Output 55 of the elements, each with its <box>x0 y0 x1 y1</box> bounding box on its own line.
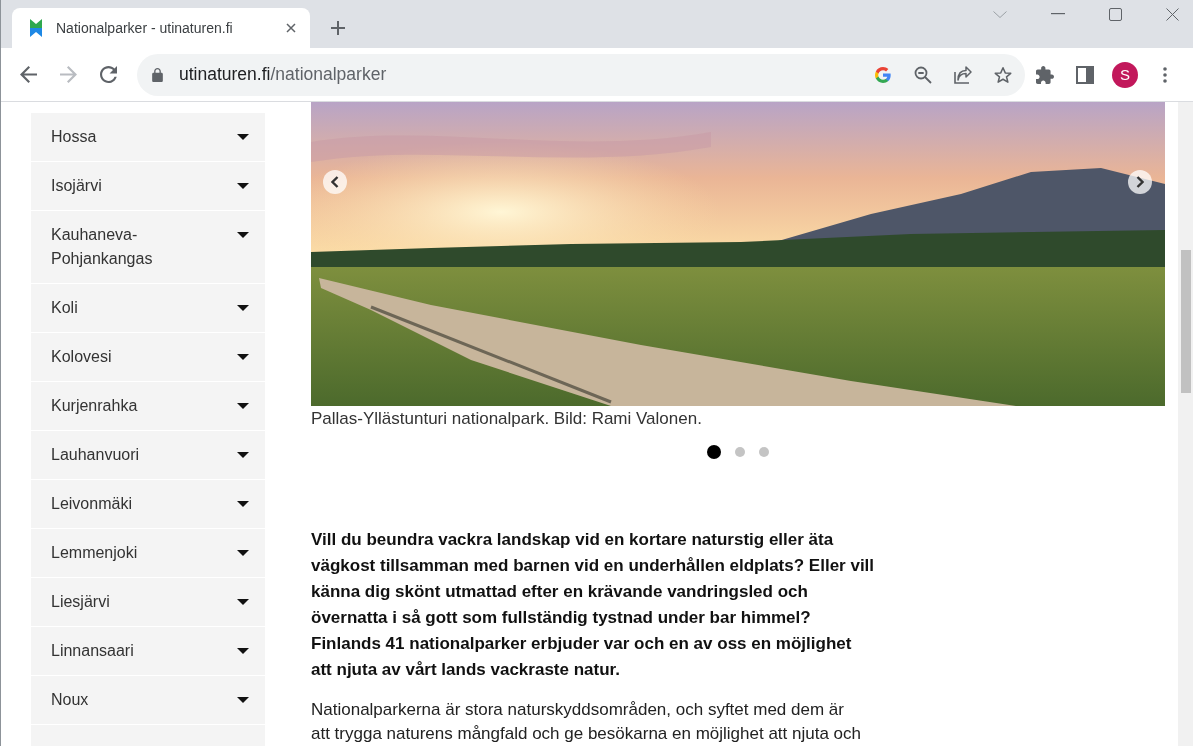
caret-down-icon[interactable] <box>237 648 249 654</box>
scrollbar-thumb[interactable] <box>1180 250 1191 393</box>
back-arrow-icon[interactable] <box>19 66 37 83</box>
caret-down-icon[interactable] <box>237 697 249 703</box>
sidebar-item[interactable]: Hossa <box>31 113 265 162</box>
star-icon[interactable] <box>994 65 1012 84</box>
sidebar-item[interactable]: Kolovesi <box>31 333 265 382</box>
sidebar-item[interactable]: Lemmenjoki <box>31 529 265 578</box>
profile-avatar[interactable]: S <box>1112 61 1138 88</box>
sidebar-item[interactable]: Kauhaneva-Pohjankangas <box>31 211 265 284</box>
reload-icon[interactable] <box>99 66 117 83</box>
close-icon[interactable] <box>1166 7 1179 21</box>
caret-down-icon[interactable] <box>237 232 249 238</box>
body-paragraph: Nationalparkerna är stora naturskyddsområden, och syftet med dem är att trygga naturens mångfald och ge besökarna en möjlighet att njuta och <box>311 699 863 745</box>
browser-tab[interactable]: Nationalparker - utinaturen.fi <box>12 8 310 48</box>
caret-down-icon[interactable] <box>237 599 249 605</box>
sidebar-item[interactable]: Linnansaari <box>31 627 265 676</box>
lead-paragraph: Vill du beundra vackra landskap vid en kortare naturstig eller äta vägkost tillsamman med barnen vid en underhållen eldplats? Eller vill känna dig skönt utmattad efter en krävande vandringsled och övernatta i så gott som fullständig tystnad under bar himmel? Finlands 41 nationalparker erbjuder var och en av oss en möjlighet att njuta av vårt lands vackraste natur. <box>311 529 875 681</box>
lock-icon <box>152 67 163 82</box>
tab-title: Nationalparker - utinaturen.fi <box>56 20 234 36</box>
more-menu-icon[interactable] <box>1163 66 1167 83</box>
sidebar-item[interactable]: Noux <box>31 676 265 725</box>
caret-down-icon[interactable] <box>237 452 249 458</box>
side-panel-icon[interactable] <box>1076 65 1094 84</box>
caret-down-icon[interactable] <box>237 403 249 409</box>
address-bar[interactable]: utinaturen.fi/nationalparker <box>137 53 1025 96</box>
share-icon[interactable] <box>954 65 972 84</box>
new-tab-plus-icon[interactable] <box>331 21 345 35</box>
sidebar-item[interactable]: Liesjärvi <box>31 578 265 627</box>
chevron-left-icon <box>331 176 339 188</box>
chevron-right-icon <box>1136 176 1144 188</box>
sidebar-item[interactable]: Kurjenrahka <box>31 382 265 431</box>
caret-down-icon[interactable] <box>237 501 249 507</box>
slide-indicator-dot[interactable] <box>735 447 745 457</box>
zoom-out-icon[interactable] <box>914 65 932 84</box>
caret-down-icon[interactable] <box>237 183 249 189</box>
sidebar-item[interactable]: Leivonmäki <box>31 480 265 529</box>
scrollbar-track[interactable] <box>1178 102 1193 746</box>
slide-indicator-dot[interactable] <box>759 447 769 457</box>
close-icon[interactable] <box>286 23 296 33</box>
caret-down-icon[interactable] <box>237 134 249 140</box>
favicon-icon <box>30 19 42 37</box>
puzzle-piece-icon[interactable] <box>1036 65 1054 84</box>
g-logo-icon[interactable] <box>875 66 891 83</box>
slide-indicator-dot[interactable] <box>707 445 721 459</box>
sidebar-item[interactable]: Lauhanvuori <box>31 431 265 480</box>
caret-down-icon[interactable] <box>237 354 249 360</box>
maximize-icon[interactable] <box>1109 7 1122 21</box>
sidebar-item[interactable]: Isojärvi <box>31 162 265 211</box>
minimize-icon[interactable] <box>1051 13 1065 15</box>
url-text[interactable]: utinaturen.fi/nationalparker <box>179 64 387 85</box>
sidebar-item[interactable]: Koli <box>31 284 265 333</box>
photo-caption: Pallas-Yllästunturi nationalpark. Bild: Rami Valonen. <box>311 408 703 430</box>
caret-down-icon[interactable] <box>237 305 249 311</box>
caret-down-icon[interactable] <box>237 550 249 556</box>
